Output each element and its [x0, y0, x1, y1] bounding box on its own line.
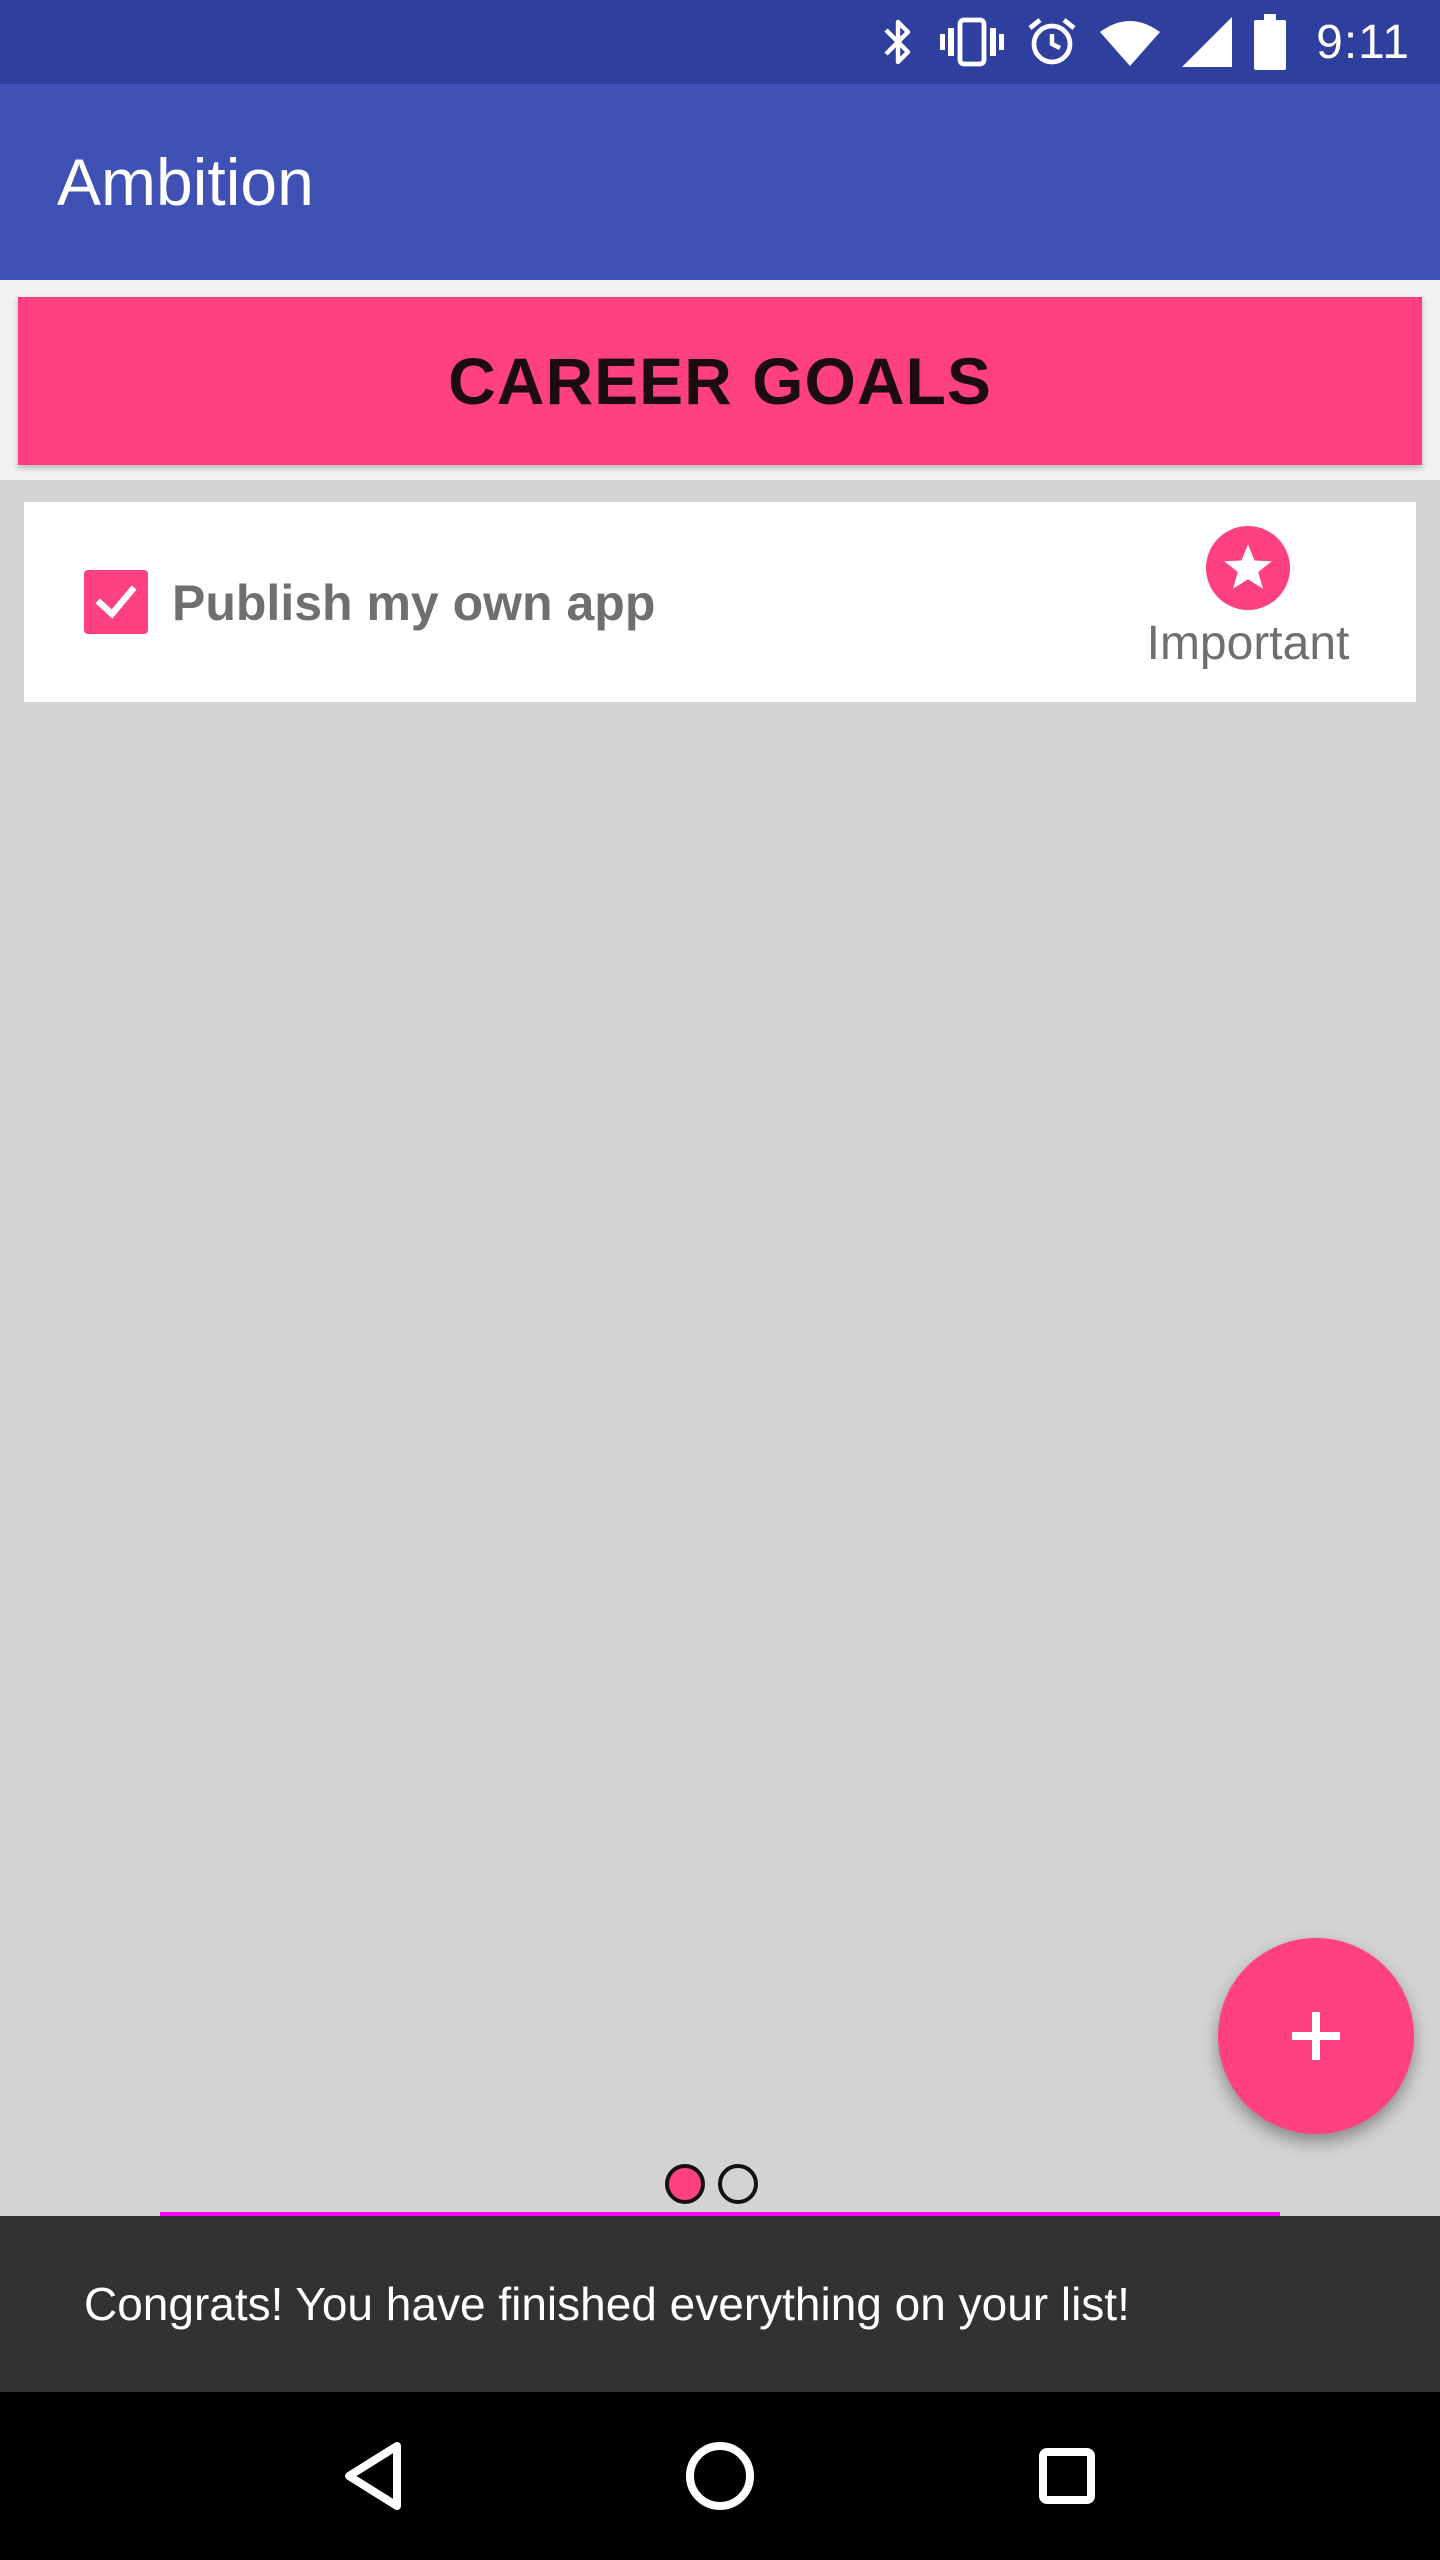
screen: 9:11 Ambition CAREER GOALS Publish my ow…: [0, 0, 1440, 2560]
goal-label: Publish my own app: [172, 575, 656, 631]
wifi-icon: [1100, 18, 1161, 66]
plus-icon: [1292, 2012, 1340, 2060]
snackbar-message: Congrats! You have finished everything o…: [84, 2278, 1130, 2330]
goal-list-item[interactable]: Publish my own app Important: [24, 502, 1416, 702]
status-bar: 9:11: [0, 0, 1440, 84]
snackbar: Congrats! You have finished everything o…: [0, 2216, 1440, 2392]
alarm-icon: [1026, 16, 1078, 68]
app-title: Ambition: [57, 145, 314, 219]
back-icon[interactable]: [323, 2426, 423, 2526]
page-indicator-1[interactable]: [665, 2164, 705, 2204]
app-bar: Ambition: [0, 84, 1440, 280]
bluetooth-icon: [878, 16, 918, 68]
check-icon: [95, 585, 137, 619]
home-icon[interactable]: [670, 2426, 770, 2526]
goal-checkbox[interactable]: [84, 570, 148, 634]
importance-label: Important: [1146, 617, 1350, 670]
signal-icon: [1182, 17, 1233, 67]
page-indicator-2[interactable]: [718, 2164, 758, 2204]
navigation-bar: [0, 2392, 1440, 2560]
status-time: 9:11: [1316, 15, 1410, 69]
add-goal-button[interactable]: [1218, 1938, 1414, 2134]
importance-indicator[interactable]: Important: [1138, 526, 1358, 671]
battery-icon: [1254, 14, 1287, 70]
star-icon: [1206, 526, 1290, 610]
category-title: CAREER GOALS: [448, 344, 992, 418]
category-banner[interactable]: CAREER GOALS: [18, 297, 1422, 465]
recents-icon[interactable]: [1017, 2426, 1117, 2526]
vibrate-icon: [940, 16, 1005, 68]
